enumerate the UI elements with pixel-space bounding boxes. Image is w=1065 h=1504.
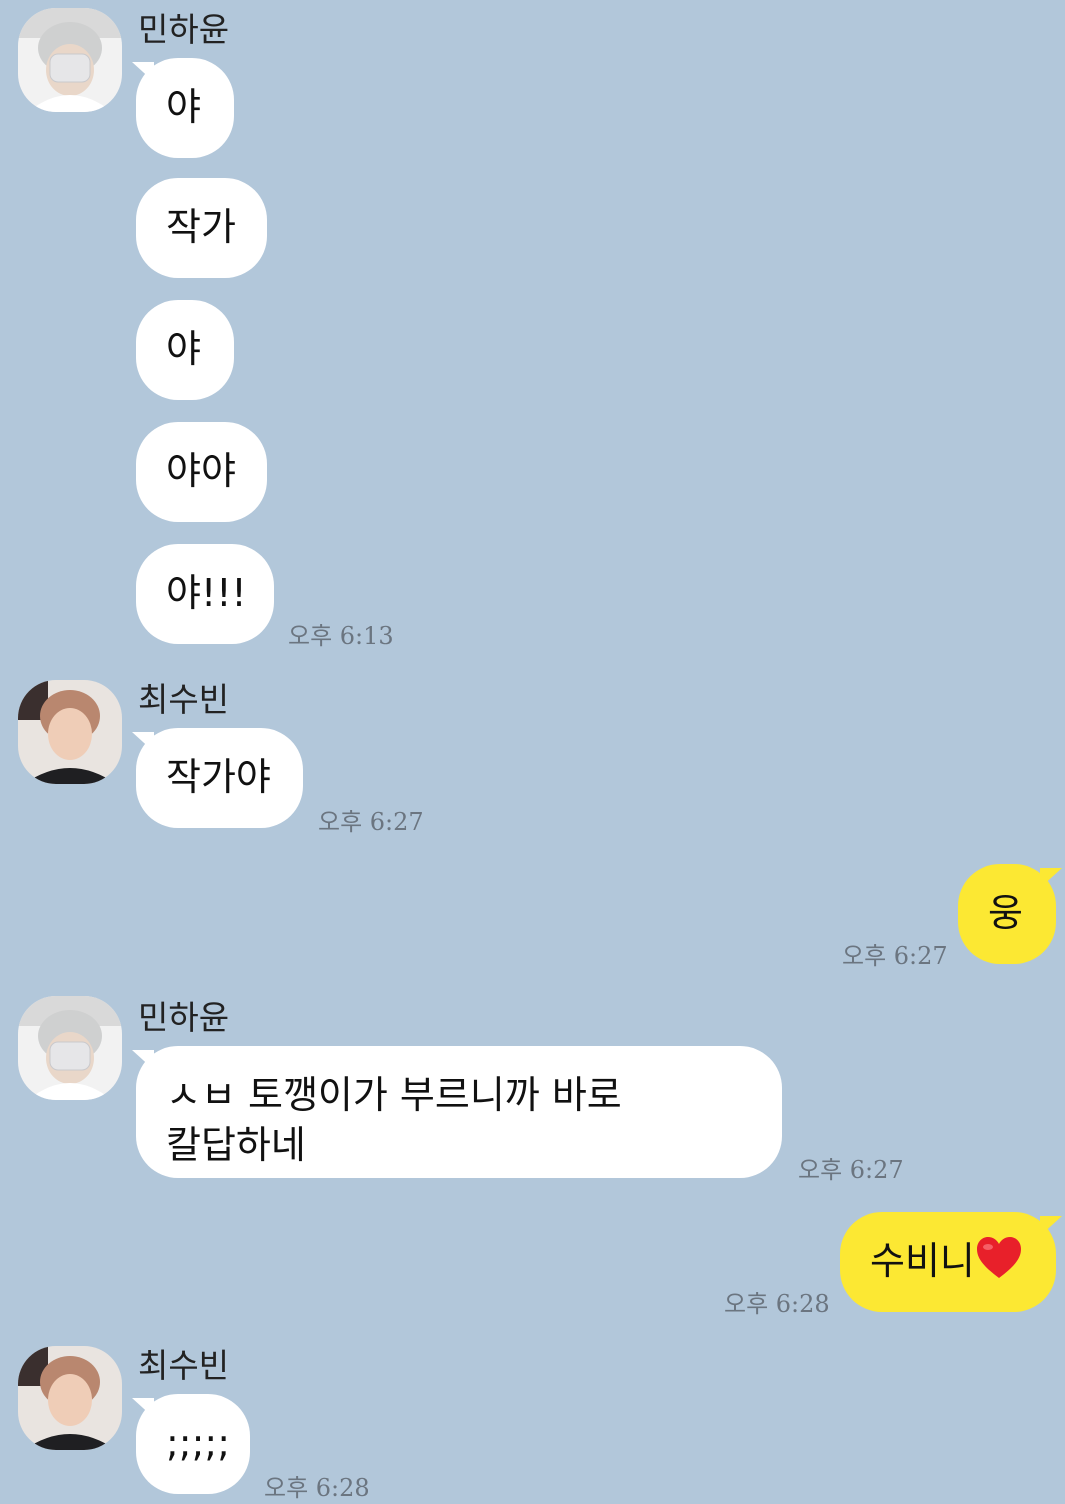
message-bubble[interactable]: 야야 xyxy=(136,422,267,522)
message-line: ㅅㅂ 토깽이가 부르니까 바로 xyxy=(166,1073,622,1117)
message-time: 오후 6:28 xyxy=(724,1290,830,1318)
avatar-choisubin[interactable] xyxy=(18,1346,122,1450)
message-bubble[interactable]: 작가야 xyxy=(136,728,303,828)
sender-name: 민하윤 xyxy=(138,998,230,1037)
avatar-choisubin[interactable] xyxy=(18,680,122,784)
sender-name: 최수빈 xyxy=(138,680,230,719)
heart-icon xyxy=(975,1236,1023,1280)
bubble-tail xyxy=(1040,868,1062,888)
message-time: 오후 6:27 xyxy=(318,808,424,836)
avatar-image xyxy=(18,1346,122,1450)
message-bubble[interactable]: 작가 xyxy=(136,178,267,278)
message-bubble[interactable]: 야!!! xyxy=(136,544,274,644)
bubble-tail xyxy=(1040,1216,1062,1236)
message-bubble[interactable]: 야 xyxy=(136,58,234,158)
sender-name: 민하윤 xyxy=(138,10,230,49)
message-time: 오후 6:13 xyxy=(288,622,394,650)
message-bubble[interactable]: ;;;;; xyxy=(136,1394,250,1494)
message-line: 칼답하네 xyxy=(166,1123,306,1167)
message-time: 오후 6:27 xyxy=(842,942,948,970)
message-time: 오후 6:28 xyxy=(264,1474,370,1502)
avatar-minhayun[interactable] xyxy=(18,8,122,112)
avatar-minhayun[interactable] xyxy=(18,996,122,1100)
message-bubble[interactable]: 야 xyxy=(136,300,234,400)
message-bubble[interactable]: ㅅㅂ 토깽이가 부르니까 바로 칼답하네 xyxy=(136,1046,782,1178)
avatar-image xyxy=(18,996,122,1100)
message-text: 수비니 xyxy=(870,1239,975,1283)
avatar-image xyxy=(18,8,122,112)
message-time: 오후 6:27 xyxy=(798,1156,904,1184)
message-bubble[interactable]: 수비니 xyxy=(840,1212,1056,1312)
sender-name: 최수빈 xyxy=(138,1346,230,1385)
avatar-image xyxy=(18,680,122,784)
